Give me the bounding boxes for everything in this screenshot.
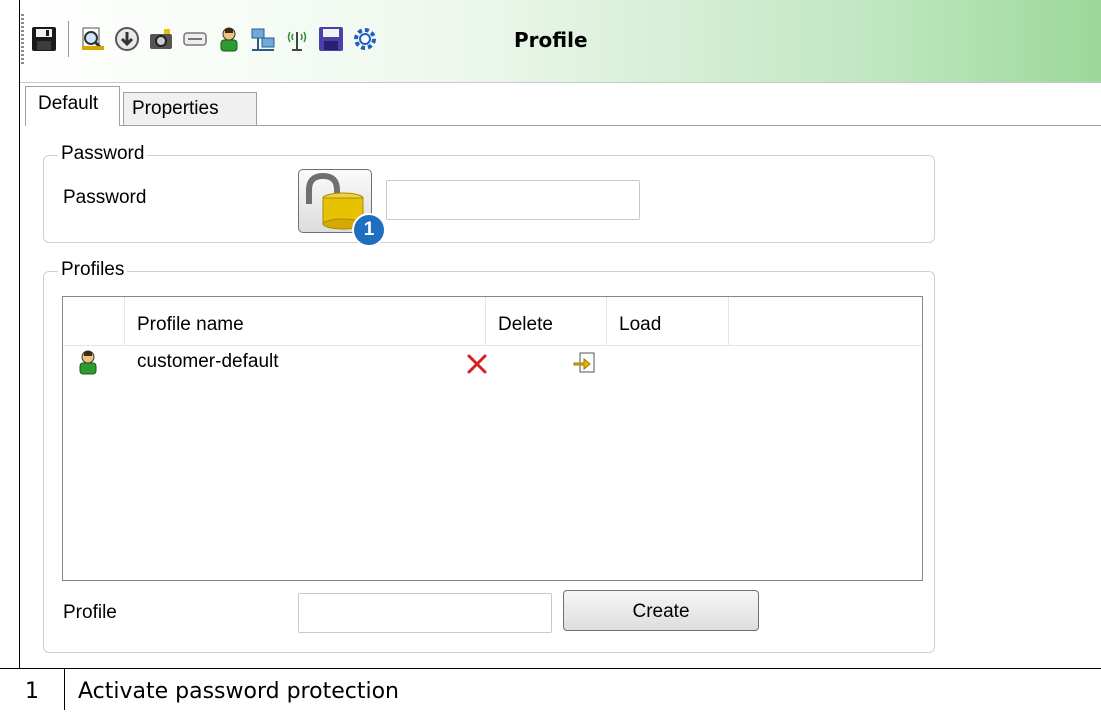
legend-text: Activate password protection <box>78 679 399 704</box>
callout-badge: 1 <box>352 213 386 247</box>
app-window: Profile Default Properties Password Pass… <box>0 0 1101 668</box>
column-header-load[interactable]: Load <box>607 297 729 345</box>
tab-divider <box>25 125 1101 126</box>
column-header-delete[interactable]: Delete <box>486 297 607 345</box>
profile-name-input[interactable] <box>298 593 552 633</box>
window-border <box>19 0 20 668</box>
profiles-list[interactable]: Profile name Delete Load customer-defaul… <box>62 296 923 581</box>
create-button[interactable]: Create <box>563 590 759 631</box>
camera-icon[interactable] <box>147 25 175 53</box>
legend-number: 1 <box>0 669 65 710</box>
user-icon <box>77 349 99 380</box>
save-icon[interactable] <box>30 25 58 53</box>
password-input[interactable] <box>386 180 640 220</box>
print-preview-icon[interactable] <box>79 25 107 53</box>
column-header-icon[interactable] <box>63 297 125 345</box>
column-header-profile-name[interactable]: Profile name <box>125 297 486 345</box>
toolbar-separator <box>68 21 69 57</box>
floppy-icon[interactable] <box>317 25 345 53</box>
tab-default[interactable]: Default <box>25 86 120 126</box>
settings-gear-icon[interactable] <box>351 25 379 53</box>
profile-label: Profile <box>63 602 117 623</box>
card-reader-icon[interactable] <box>181 25 209 53</box>
user-icon[interactable] <box>215 25 243 53</box>
list-header: Profile name Delete Load <box>63 297 922 346</box>
tab-properties[interactable]: Properties <box>123 92 257 126</box>
profile-name-cell: customer-default <box>137 351 279 372</box>
password-label: Password <box>63 187 147 208</box>
toolbar-icons <box>30 21 385 57</box>
password-group-title: Password <box>58 143 148 165</box>
toolbar-grip[interactable] <box>21 14 24 64</box>
delete-x-icon[interactable] <box>466 353 488 380</box>
table-row[interactable]: customer-default <box>63 345 922 381</box>
antenna-icon[interactable] <box>283 25 311 53</box>
profiles-group-title: Profiles <box>58 259 128 281</box>
legend-table: 1 Activate password protection <box>0 668 1101 710</box>
network-icon[interactable] <box>249 25 277 53</box>
download-icon[interactable] <box>113 25 141 53</box>
load-arrow-icon[interactable] <box>572 351 596 380</box>
toolbar-title: Profile <box>514 28 588 52</box>
